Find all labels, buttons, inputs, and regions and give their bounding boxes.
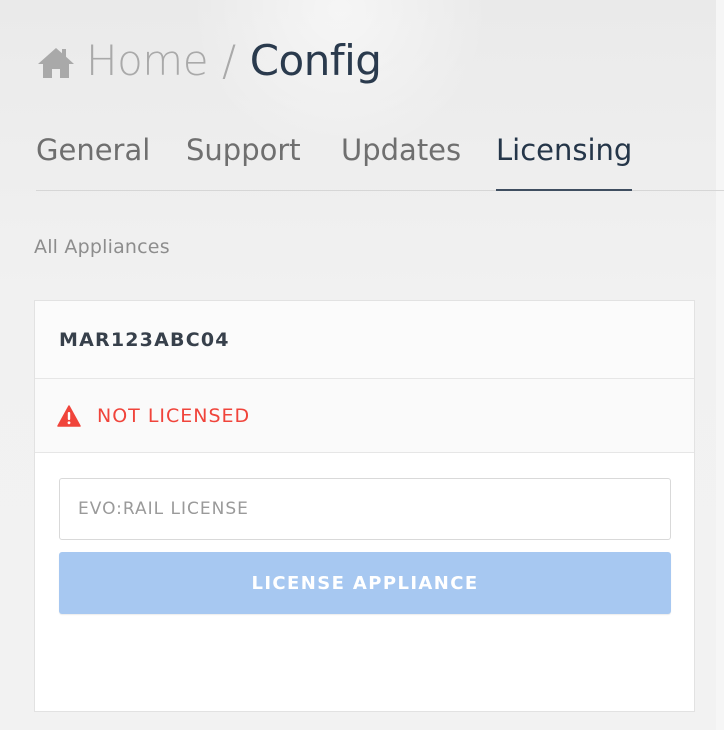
tab-general[interactable]: General (36, 124, 150, 190)
tab-updates[interactable]: Updates (341, 124, 461, 190)
home-icon[interactable] (34, 40, 78, 84)
tab-licensing[interactable]: Licensing (496, 124, 633, 191)
breadcrumb: Home / Config (34, 32, 382, 88)
license-form: LICENSE APPLIANCE (35, 453, 694, 614)
appliance-card: MAR123ABC04 NOT LICENSED LICENSE APPLIAN… (34, 300, 695, 712)
window-edge (716, 0, 724, 730)
appliance-card-header: MAR123ABC04 (35, 301, 694, 379)
page-title: Config (249, 35, 382, 85)
app-window: Home / Config General Support Updates Li… (0, 0, 724, 730)
license-status-row: NOT LICENSED (35, 379, 694, 453)
config-tabs: General Support Updates Licensing (36, 124, 724, 191)
breadcrumb-separator: / (222, 35, 236, 85)
license-key-input[interactable] (59, 478, 671, 540)
breadcrumb-home-link[interactable]: Home (86, 36, 209, 85)
license-appliance-button[interactable]: LICENSE APPLIANCE (59, 552, 671, 614)
license-status-text: NOT LICENSED (97, 404, 251, 427)
section-title: All Appliances (34, 236, 170, 258)
tab-support[interactable]: Support (186, 124, 301, 190)
warning-icon (57, 404, 81, 427)
appliance-id: MAR123ABC04 (59, 328, 230, 351)
